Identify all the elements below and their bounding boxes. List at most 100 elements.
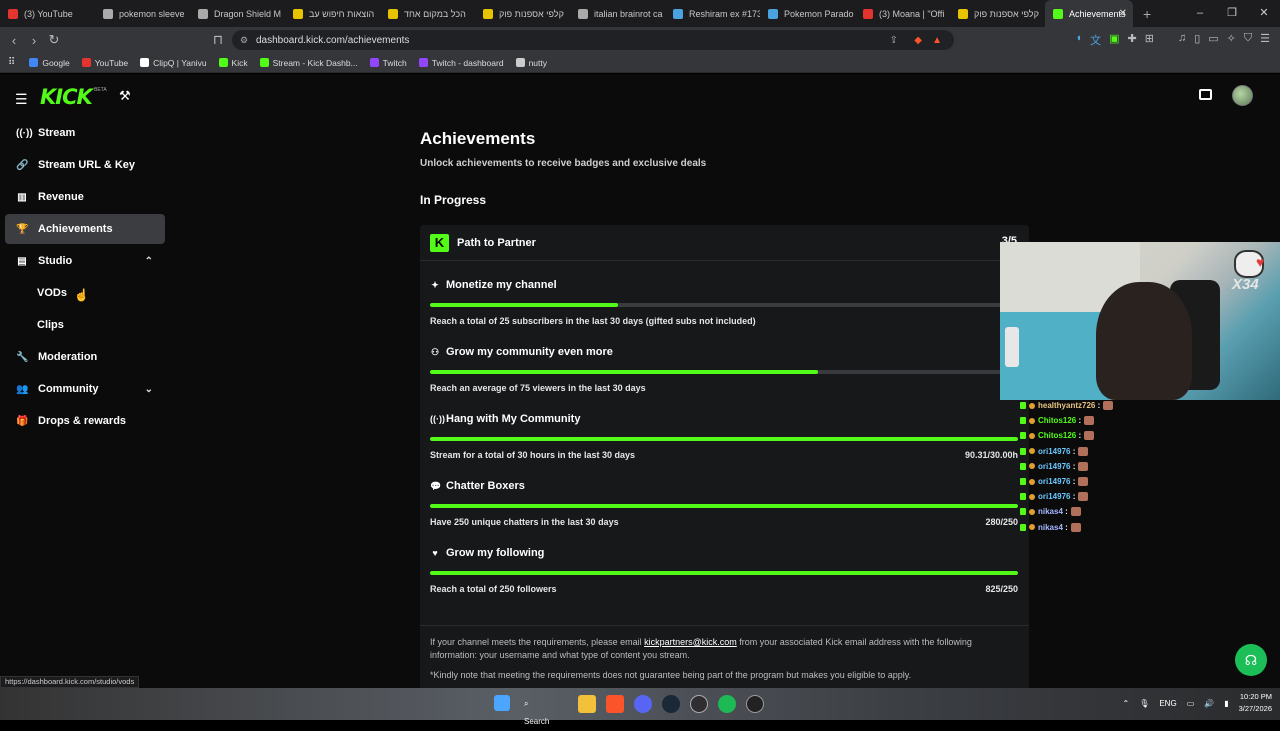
chat-message: nikas4 : <box>1020 520 1140 535</box>
sidebar-item-label: Clips <box>37 319 64 331</box>
tab-1[interactable]: pokemon sleeve <box>95 0 190 27</box>
app-icon[interactable] <box>746 695 764 713</box>
bookmark-item[interactable]: Twitch - dashboard <box>418 57 504 68</box>
battery-icon[interactable]: ▮ <box>1224 699 1228 708</box>
achievement-name: ((·)) Hang with My Community <box>430 413 1018 425</box>
support-button[interactable]: ☊ <box>1235 644 1267 676</box>
vpn-icon[interactable]: ⛉ <box>1244 32 1252 48</box>
sub-badge-icon <box>1029 463 1035 470</box>
tab-11[interactable]: Achievements ✕ <box>1045 0 1133 27</box>
tab-9[interactable]: (3) Moana | "Offi <box>855 0 950 27</box>
chat-username: ori14976 <box>1038 492 1071 502</box>
tab-label: הוצאות חיפוש עב <box>309 8 375 19</box>
kick-badge-icon <box>1020 523 1026 531</box>
maximize-button[interactable]: ❐ <box>1216 0 1248 27</box>
bookmark-label: Twitch - dashboard <box>431 57 504 68</box>
file-explorer-icon[interactable] <box>578 695 596 713</box>
sidebar-item-stream-url-key[interactable]: 🔗 Stream URL & Key <box>5 150 165 180</box>
translate-icon[interactable]: 文 <box>1090 32 1101 48</box>
sidebar-item-revenue[interactable]: ▥ Revenue <box>5 182 165 212</box>
kick-logo[interactable]: KICK <box>40 85 93 109</box>
mic-icon[interactable]: 🎙 <box>1139 699 1149 708</box>
tab-10[interactable]: קלפי אספנות פוק <box>950 0 1045 27</box>
tab-label: הכל במקום אחד <box>404 8 466 19</box>
sidebar-item-stream[interactable]: ((·)) Stream <box>5 118 165 148</box>
tab-7[interactable]: Reshiram ex #173 <box>665 0 760 27</box>
obs-icon[interactable] <box>690 695 708 713</box>
start-icon[interactable] <box>494 695 510 711</box>
kick-ext-icon[interactable]: ▣ <box>1109 32 1119 48</box>
tab-8[interactable]: Pokemon Parado <box>760 0 855 27</box>
sidebar-item-moderation[interactable]: 🔧 Moderation <box>5 342 165 372</box>
sidebar-item-label: Drops & rewards <box>38 415 127 427</box>
bookmark-item[interactable]: Stream - Kick Dashb... <box>259 58 358 68</box>
tab-2[interactable]: Dragon Shield M <box>190 0 285 27</box>
achievement-title: Grow my community even more <box>446 346 613 358</box>
bookmark-favicon-icon <box>515 58 525 67</box>
tab-close-icon[interactable]: ✕ <box>1119 8 1127 19</box>
wallet-icon[interactable]: ▭ <box>1208 32 1218 48</box>
hammer-icon[interactable]: ⚒ <box>119 88 131 104</box>
back-icon[interactable]: ‹ <box>4 33 24 48</box>
menu-icon[interactable]: ☰ <box>1260 32 1270 48</box>
tab-4[interactable]: הכל במקום אחד <box>380 0 475 27</box>
tray-chevron-icon[interactable]: ⌃ <box>1122 699 1129 708</box>
tab-6[interactable]: italian brainrot ca <box>570 0 665 27</box>
bookmark-icon[interactable]: ⊓ <box>208 32 228 48</box>
puzzle-icon[interactable]: ✚ <box>1128 32 1137 48</box>
clock[interactable]: 10:20 PM 3/27/2026 <box>1239 691 1272 715</box>
spotify-icon[interactable] <box>718 695 736 713</box>
apps-icon[interactable]: ⠿ <box>8 57 15 68</box>
taskbar-search[interactable]: ⌕ Search <box>520 695 568 726</box>
theater-mode-icon[interactable] <box>1199 89 1212 100</box>
trophy-icon: 🏆 <box>16 223 29 235</box>
sidebar-item-clips[interactable]: Clips <box>5 310 165 340</box>
brave-icon[interactable] <box>606 695 624 713</box>
new-tab-button[interactable]: + <box>1143 6 1151 22</box>
tab-3[interactable]: הוצאות חיפוש עב <box>285 0 380 27</box>
sidebar-item-achievements[interactable]: 🏆 Achievements <box>5 214 165 244</box>
steam-icon[interactable] <box>662 695 680 713</box>
chevron-up-icon[interactable]: ⌃ <box>145 256 153 267</box>
bookmark-item[interactable]: nutty <box>515 58 547 68</box>
sub-badge-icon <box>1029 493 1035 500</box>
brave-rewards-icon[interactable]: ▲ <box>932 35 942 46</box>
top-nav: ☰ KICK BETA ⚒ <box>0 74 1280 118</box>
sub-badge-icon <box>1029 508 1035 515</box>
leo-icon[interactable]: ✧ <box>1227 32 1236 48</box>
close-button[interactable]: ✕ <box>1248 0 1280 27</box>
kick-badge-icon <box>1020 432 1026 440</box>
download-icon[interactable]: ⊞ <box>1145 32 1154 48</box>
chevron-down-icon[interactable]: ⌄ <box>145 384 153 395</box>
language-indicator[interactable]: ENG <box>1159 699 1176 708</box>
hamburger-icon[interactable]: ☰ <box>15 91 28 108</box>
reload-icon[interactable]: ↻ <box>44 32 64 48</box>
sidebar-icon[interactable]: ▯ <box>1194 32 1200 48</box>
status-url: https://dashboard.kick.com/studio/vods <box>0 676 140 688</box>
volume-icon[interactable]: 🔊 <box>1204 699 1214 708</box>
partner-email-link[interactable]: kickpartners@kick.com <box>644 637 737 647</box>
bookmark-item[interactable]: YouTube <box>81 58 128 68</box>
site-info-icon[interactable]: ⚙ <box>240 35 248 46</box>
forward-icon[interactable]: › <box>24 33 44 48</box>
tab-0[interactable]: (3) YouTube <box>0 0 95 27</box>
share-icon[interactable]: ⇪ <box>890 35 898 46</box>
minimize-button[interactable]: – <box>1184 0 1216 27</box>
avatar[interactable] <box>1232 85 1253 106</box>
sidebar-item-studio[interactable]: ▤ Studio ⌃ <box>5 246 165 276</box>
bookmark-item[interactable]: Twitch <box>369 58 407 68</box>
discord-icon[interactable] <box>634 695 652 713</box>
network-icon[interactable]: ▭ <box>1187 699 1195 708</box>
bookmark-item[interactable]: ClipQ | Yanivu <box>140 58 207 68</box>
bookmark-item[interactable]: Google <box>29 58 70 68</box>
progress-fill <box>430 303 619 307</box>
music-icon[interactable]: ♫ <box>1178 32 1186 48</box>
bookmark-item[interactable]: Kick <box>218 58 248 68</box>
tab-label: Pokemon Parado <box>784 8 854 19</box>
extension-icon[interactable]: ◖ <box>1075 32 1082 48</box>
brave-shield-icon[interactable]: ◆ <box>914 35 922 46</box>
url-input[interactable]: ⚙ dashboard.kick.com/achievements ⇪ ◆ ▲ <box>232 30 954 50</box>
sidebar-item-drops-rewards[interactable]: 🎁 Drops & rewards <box>5 406 165 436</box>
sidebar-item-community[interactable]: 👥 Community ⌄ <box>5 374 165 404</box>
tab-5[interactable]: קלפי אספנות פוק <box>475 0 570 27</box>
